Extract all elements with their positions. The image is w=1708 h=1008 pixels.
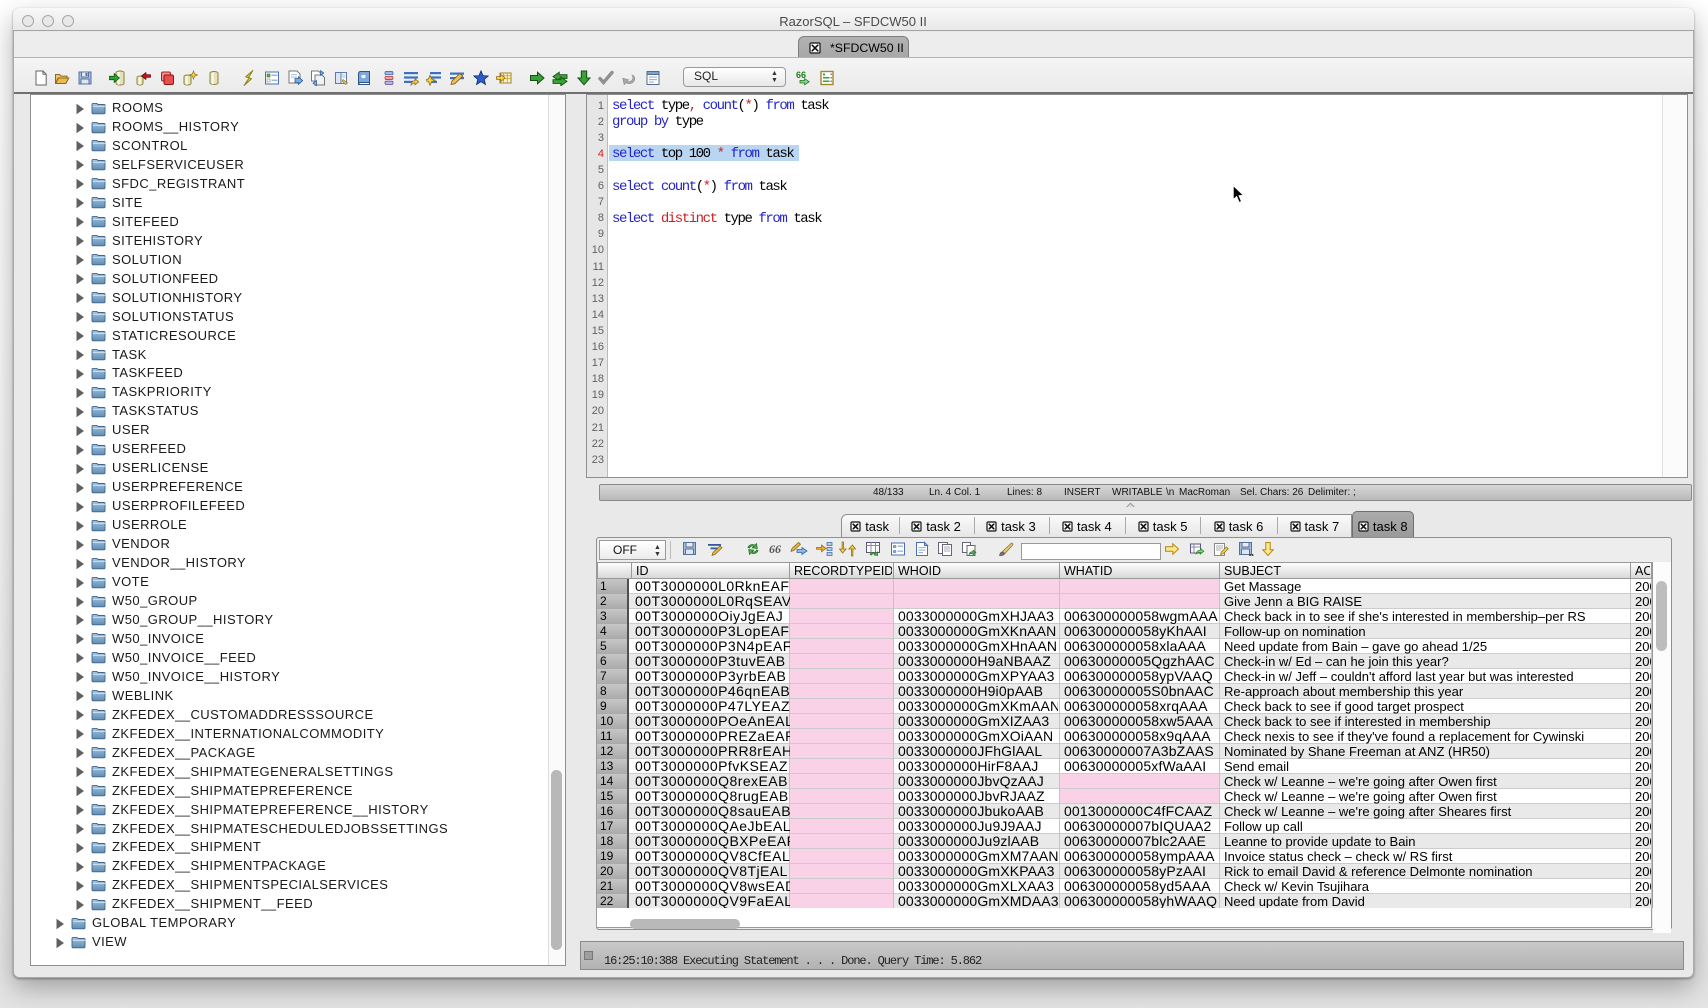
- svg-text:66: 66: [769, 542, 781, 556]
